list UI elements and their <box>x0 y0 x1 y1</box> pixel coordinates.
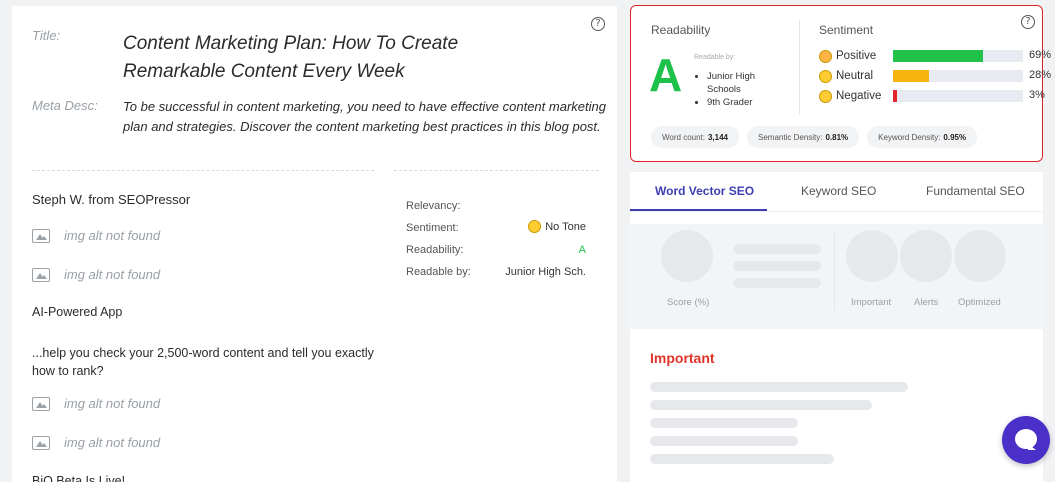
beta-text: BiO Beta Is Live! <box>32 474 126 482</box>
page-title-field[interactable]: Content Marketing Plan: How To Create Re… <box>123 30 563 86</box>
readability-label: Readability: <box>406 244 464 256</box>
optimized-label: Optimized <box>958 297 1001 308</box>
readability-grade: A <box>649 49 683 101</box>
placeholder-bar <box>650 382 908 392</box>
img-alt-text: img alt not found <box>64 267 161 282</box>
tab-fundamental-seo[interactable]: Fundamental SEO <box>926 184 1025 198</box>
divider <box>32 170 374 171</box>
help-icon[interactable]: ? <box>1021 15 1035 29</box>
tab-keyword-seo[interactable]: Keyword SEO <box>801 184 876 198</box>
meta-desc-label: Meta Desc: <box>32 98 98 113</box>
important-section-heading: Important <box>650 350 715 366</box>
neutral-percent: 28% <box>1029 69 1052 81</box>
neutral-bar <box>893 70 1023 82</box>
alerts-placeholder <box>900 230 952 282</box>
important-placeholder <box>846 230 898 282</box>
tab-word-vector-seo[interactable]: Word Vector SEO <box>655 184 754 198</box>
keyword-density-pill: Keyword Density: 0.95% <box>867 126 978 148</box>
sentiment-label: Sentiment: <box>406 222 459 234</box>
density-stats: Word count: 3,144 Semantic Density: 0.81% … <box>651 126 978 148</box>
image-icon <box>32 267 50 282</box>
img-alt-text: img alt not found <box>64 228 161 243</box>
readable-by-value: Junior High Sch. <box>505 266 586 278</box>
neutral-bar-fill <box>893 70 930 82</box>
placeholder-bar <box>733 261 821 271</box>
score-label: Score (%) <box>667 297 710 308</box>
help-icon[interactable]: ? <box>591 17 605 31</box>
divider <box>394 170 599 171</box>
snippet-text: ...help you check your 2,500-word conten… <box>32 346 374 378</box>
seo-tabs-panel: Word Vector SEO Keyword SEO Fundamental … <box>630 172 1043 482</box>
chat-widget-button[interactable] <box>1002 416 1050 464</box>
positive-bar-fill <box>893 50 983 62</box>
negative-bar <box>893 90 1023 102</box>
sentiment-heading: Sentiment <box>819 23 874 37</box>
positive-bar <box>893 50 1023 62</box>
negative-bar-fill <box>893 90 897 102</box>
readable-by-item: 9th Grader <box>707 96 783 109</box>
placeholder-bar <box>650 418 798 428</box>
image-icon <box>32 228 50 243</box>
readable-by-item: Junior High Schools <box>707 70 783 96</box>
sentiment-value: No Tone <box>512 220 586 233</box>
readability-value: A <box>578 244 586 256</box>
title-label: Title: <box>32 28 61 43</box>
loading-skeleton: Score (%) Important Alerts Optimized <box>630 224 1043 329</box>
semantic-density-pill: Semantic Density: 0.81% <box>747 126 860 148</box>
readable-by-caption: Readable by: <box>694 54 736 61</box>
readability-sentiment-card: Readability A Readable by: Junior High S… <box>630 5 1051 162</box>
optimized-placeholder <box>954 230 1006 282</box>
important-label: Important <box>851 297 892 308</box>
smiling-face-icon <box>819 49 832 63</box>
search-result-title[interactable]: Steph W. from SEOPressor <box>32 192 190 207</box>
vertical-divider <box>799 20 800 115</box>
sad-face-icon <box>819 89 832 103</box>
divider <box>630 211 1043 212</box>
img-alt-text: img alt not found <box>64 435 161 450</box>
content-editor-panel: Title: Content Marketing Plan: How To Cr… <box>12 6 617 482</box>
readability-heading: Readability <box>651 23 711 37</box>
placeholder-bar <box>650 454 834 464</box>
placeholder-bar <box>733 278 821 288</box>
word-count-pill: Word count: 3,144 <box>651 126 740 148</box>
neutral-face-icon <box>819 69 832 83</box>
score-placeholder <box>661 230 713 282</box>
img-alt-text: img alt not found <box>64 396 161 411</box>
readable-by-label: Readable by: <box>406 266 471 278</box>
placeholder-bar <box>733 244 821 254</box>
neutral-face-icon <box>528 220 542 233</box>
positive-percent: 69% <box>1029 49 1052 61</box>
vertical-divider <box>834 232 835 310</box>
meta-desc-field[interactable]: To be successful in content marketing, y… <box>123 97 608 137</box>
missing-image-row: img alt not found <box>32 435 160 450</box>
readable-by-list: Junior High Schools 9th Grader <box>693 70 783 109</box>
missing-image-row: img alt not found <box>32 267 160 282</box>
relevancy-label: Relevancy: <box>406 200 461 212</box>
missing-image-row: img alt not found <box>32 228 160 243</box>
missing-image-row: img alt not found <box>32 396 160 411</box>
image-icon <box>32 435 50 450</box>
placeholder-bar <box>650 400 872 410</box>
ai-app-text: AI-Powered App <box>32 305 123 319</box>
negative-percent: 3% <box>1029 89 1045 101</box>
placeholder-bar <box>650 436 798 446</box>
alerts-label: Alerts <box>914 297 939 308</box>
image-icon <box>32 396 50 411</box>
